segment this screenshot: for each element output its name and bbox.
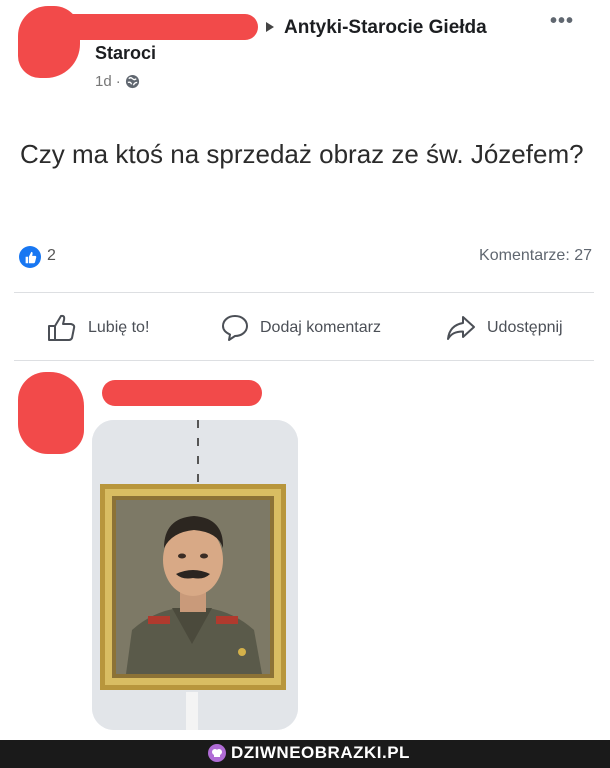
group-name-link[interactable]: Antyki-Starocie Giełda	[284, 17, 487, 39]
meta-separator: ·	[115, 73, 121, 90]
arrow-right-icon	[266, 22, 274, 32]
speech-bubble-icon	[222, 315, 248, 341]
comment-button[interactable]: Dodaj komentarz	[220, 313, 381, 343]
comment-photo[interactable]	[92, 420, 298, 730]
watermark-bar: DZIWNEOBRAZKI.PL	[0, 740, 610, 768]
redacted-commenter-name	[102, 380, 262, 406]
share-button-label: Udostępnij	[487, 319, 563, 336]
brain-logo-icon	[208, 744, 226, 762]
more-options-icon[interactable]: •••	[550, 10, 574, 33]
post-text: Czy ma ktoś na sprzedaż obraz ze św. Józ…	[20, 139, 584, 169]
post-stats: 2 Komentarze: 27	[0, 243, 610, 273]
redacted-comment-avatar	[18, 372, 84, 454]
post-meta: 1d ·	[95, 73, 140, 90]
redacted-author-name	[58, 14, 258, 40]
globe-icon	[125, 74, 140, 89]
divider-top	[14, 292, 594, 293]
like-reaction-icon[interactable]	[19, 246, 41, 268]
watermark-text: DZIWNEOBRAZKI.PL	[231, 743, 410, 762]
divider-bottom	[14, 360, 594, 361]
share-button[interactable]: Udostępnij	[445, 313, 563, 343]
thumbs-up-icon	[48, 314, 76, 341]
share-arrow-icon	[447, 316, 475, 340]
like-button[interactable]: Lubię to!	[46, 313, 149, 343]
post-timestamp[interactable]: 1d	[95, 73, 112, 90]
post-header: Antyki-Starocie Giełda ••• Staroci 1d ·	[0, 0, 610, 110]
subgroup-name[interactable]: Staroci	[95, 43, 156, 64]
watermark: DZIWNEOBRAZKI.PL	[208, 743, 410, 763]
like-button-label: Lubię to!	[88, 319, 150, 336]
comment-button-label: Dodaj komentarz	[260, 319, 381, 336]
like-count[interactable]: 2	[47, 247, 56, 265]
comments-count-link[interactable]: Komentarze: 27	[479, 247, 592, 265]
action-bar: Lubię to! Dodaj komentarz Udostępnij	[0, 305, 610, 349]
